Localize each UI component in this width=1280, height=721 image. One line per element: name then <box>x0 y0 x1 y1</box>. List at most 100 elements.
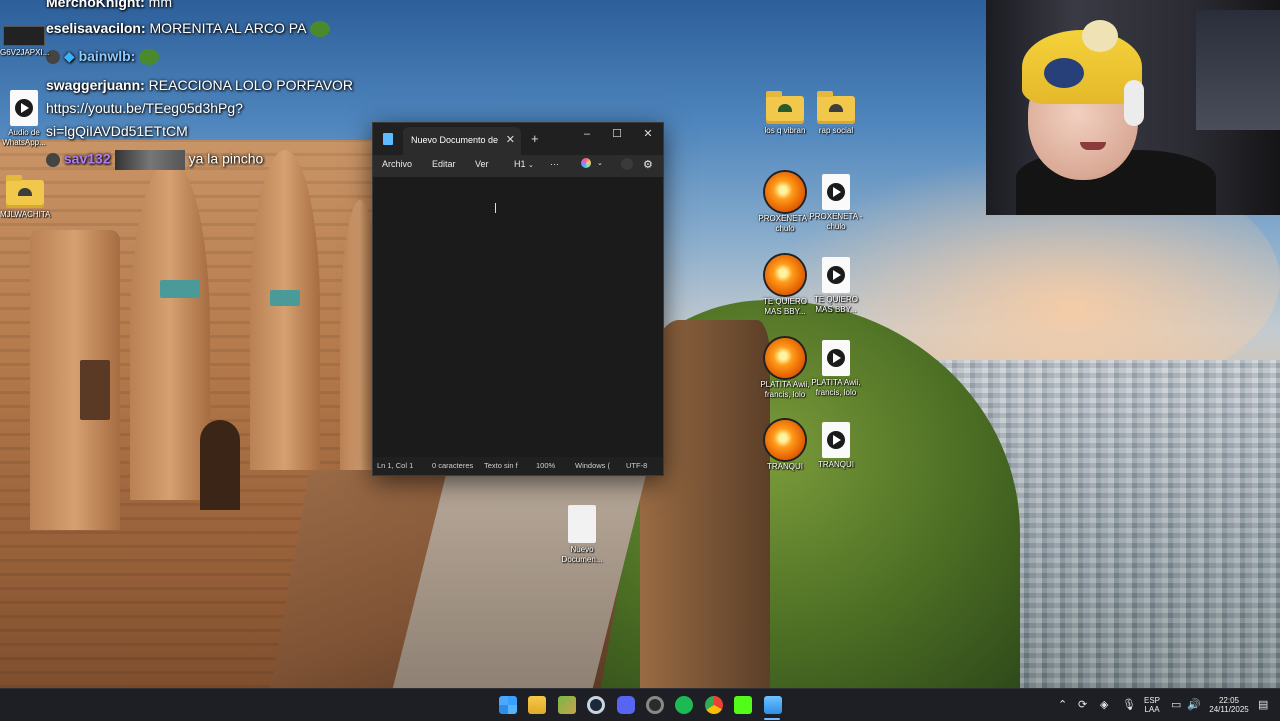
chat-username: sav132 <box>63 150 111 167</box>
desktop-icon-project[interactable]: TE QUIERO MAS BBY... <box>756 255 814 317</box>
desktop-icon-image[interactable]: G6V2JAPXI... <box>0 26 49 58</box>
desktop-icon-project[interactable]: PROXENETA - chulo <box>756 172 814 234</box>
kick-icon[interactable] <box>734 696 752 714</box>
more-options-button[interactable]: ··· <box>550 159 559 169</box>
heading-dropdown[interactable]: H1 ⌄ <box>514 159 534 169</box>
copilot-chevron-icon[interactable]: ⌄ <box>597 159 603 167</box>
folder-icon <box>817 91 855 124</box>
status-format[interactable]: Texto sin f <box>484 461 518 470</box>
status-line-ending[interactable]: Windows ( <box>575 461 610 470</box>
status-zoom[interactable]: 100% <box>536 461 555 470</box>
spotify-icon[interactable] <box>675 696 693 714</box>
file-explorer-icon[interactable] <box>528 696 546 714</box>
fort-window <box>80 360 110 420</box>
user-badge-icon <box>46 153 60 167</box>
tab-title: Nuevo Documento de <box>411 135 499 145</box>
media-file-icon <box>822 340 850 376</box>
beanie-logo <box>1044 58 1084 88</box>
tray-overflow-chevron-icon[interactable]: ⌃ <box>1058 698 1067 711</box>
desktop-icon-label: TE QUIERO MAS BBY... <box>813 295 858 314</box>
desktop-icon-audio[interactable]: PLATITA Awii, francis, lolo <box>807 340 865 398</box>
network-icon[interactable]: ▭ <box>1171 698 1181 711</box>
chat-username: MerchoKnight: <box>46 0 145 10</box>
chat-text: mm <box>144 0 172 10</box>
close-tab-icon[interactable]: ✕ <box>506 133 515 146</box>
chat-text: MORENITA AL ARCO PA <box>145 20 307 36</box>
start-windows-icon[interactable] <box>499 696 517 714</box>
desktop-icon-audio[interactable]: TRANQUI <box>807 422 865 470</box>
emote-image <box>114 150 185 170</box>
microphone-icon[interactable]: 🎙 <box>1122 698 1136 711</box>
discord-icon[interactable] <box>617 696 635 714</box>
fl-studio-icon <box>765 172 805 212</box>
desktop-icon-document[interactable]: Nuevo Documen... <box>553 505 611 565</box>
chat-username: swaggerjuann: <box>46 77 145 93</box>
menu-ver[interactable]: Ver <box>475 159 489 169</box>
fl-studio-icon <box>765 338 805 378</box>
desktop-icon-audio[interactable]: Audio de WhatsApp... <box>0 90 48 148</box>
new-tab-icon[interactable]: + <box>531 131 539 146</box>
chat-text: REACCIONA LOLO PORFAVOR <box>144 77 354 93</box>
chat-message: ◆ bainwlb: <box>46 48 160 66</box>
blank-document-icon <box>568 505 596 543</box>
fort-tower <box>250 150 320 470</box>
chrome-icon[interactable] <box>705 696 723 714</box>
desktop-icon-project[interactable]: TRANQUI <box>756 420 814 472</box>
desktop-icon-folder[interactable]: rap social <box>807 91 865 136</box>
chat-message: sav132 ya la pincho <box>46 150 263 170</box>
desktop-icon-label: rap social <box>818 126 854 135</box>
minecraft-icon[interactable] <box>558 696 576 714</box>
desktop-icon-audio[interactable]: TE QUIERO MAS BBY... <box>807 257 865 315</box>
desktop-icon-label: Audio de WhatsApp... <box>2 128 46 147</box>
chat-username: bainwlb: <box>78 48 136 64</box>
clock-time: 22:05 <box>1218 696 1240 705</box>
smile <box>1080 142 1106 150</box>
status-bar: Ln 1, Col 1 0 caracteres Texto sin f 100… <box>373 457 663 475</box>
status-encoding[interactable]: UTF-8 <box>626 461 647 470</box>
desktop-icon-label: PLATITA Awii, francis, lolo <box>811 378 861 397</box>
desktop-icon-folder[interactable]: MJLWACHITA <box>0 175 51 220</box>
background-window <box>1196 10 1280 130</box>
obs-icon[interactable] <box>646 696 664 714</box>
language-indicator[interactable]: ESP LAA <box>1140 696 1164 714</box>
document-tab[interactable]: Nuevo Documento de ✕ <box>403 127 521 155</box>
desktop-icon-label: los q vibran <box>764 126 806 135</box>
pepe-emote-icon <box>310 21 331 38</box>
menu-editar[interactable]: Editar <box>432 159 456 169</box>
notepad-taskbar-icon[interactable] <box>764 696 782 714</box>
account-icon[interactable] <box>621 158 633 170</box>
steam-icon[interactable] <box>587 696 605 714</box>
sync-icon[interactable]: ⟳ <box>1078 698 1087 711</box>
chat-text: https://youtu.be/TEeg05d3hPg? <box>46 100 243 116</box>
beanie-pompom <box>1082 20 1118 52</box>
chat-link[interactable]: si=lgQiIAVDd51ETtCM <box>46 123 188 139</box>
desktop-icon-label: Nuevo Documen... <box>561 545 603 564</box>
menu-bar: Archivo Editar Ver H1 ⌄ ··· ⌄ ⚙ <box>373 155 663 177</box>
menu-archivo[interactable]: Archivo <box>382 159 412 169</box>
copilot-icon[interactable] <box>581 158 591 168</box>
text-editor-area[interactable] <box>373 177 663 457</box>
close-window-button[interactable]: ✕ <box>634 125 662 143</box>
minimize-button[interactable]: – <box>573 125 601 143</box>
desktop-icon-label: PROXENETA - chulo <box>809 212 863 231</box>
desktop-icon-project[interactable]: PLATITA Awii, francis, lolo <box>756 338 814 400</box>
language-code: ESP <box>1143 696 1160 705</box>
pepe-emote-icon <box>139 49 160 66</box>
clock[interactable]: 22:05 24/11/2025 <box>1205 696 1253 714</box>
chat-text: ya la pincho <box>188 150 264 167</box>
chat-link[interactable]: https://youtu.be/TEeg05d3hPg? <box>46 100 243 116</box>
notifications-icon[interactable]: ▤ <box>1258 698 1268 711</box>
desktop-icon-audio[interactable]: PROXENETA - chulo <box>807 174 865 232</box>
security-shield-icon[interactable]: ◈ <box>1100 698 1108 711</box>
title-bar[interactable]: Nuevo Documento de ✕ + – ☐ ✕ <box>373 123 663 155</box>
settings-gear-icon[interactable]: ⚙ <box>643 158 653 171</box>
chat-message: swaggerjuann: REACCIONA LOLO PORFAVOR <box>46 77 353 93</box>
volume-icon[interactable]: 🔊 <box>1187 698 1201 711</box>
maximize-button[interactable]: ☐ <box>603 125 631 143</box>
chat-text: si=lgQiIAVDd51ETtCM <box>46 123 188 139</box>
status-character-count: 0 caracteres <box>432 461 474 470</box>
webcam-overlay <box>986 0 1280 215</box>
chat-message: eselisavacilon: MORENITA AL ARCO PA <box>46 20 331 38</box>
desktop-icon-label: TRANQUI <box>818 460 854 469</box>
desktop-icon-folder[interactable]: los q vibran <box>756 91 814 136</box>
